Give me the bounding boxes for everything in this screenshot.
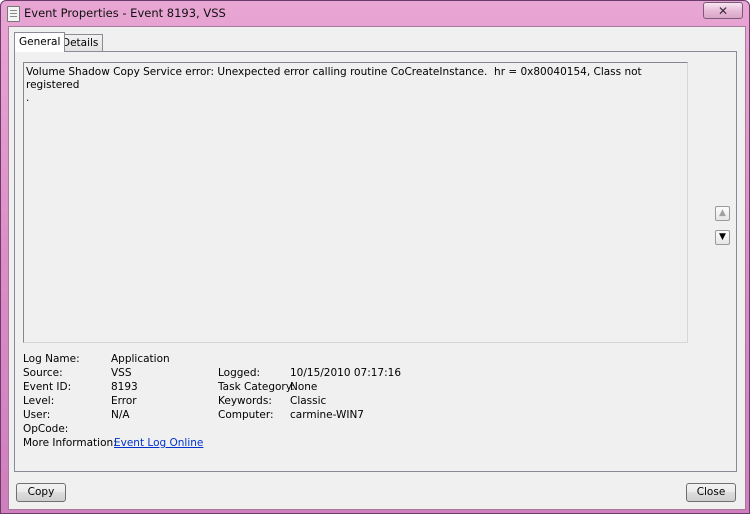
level-value: Error (111, 395, 137, 407)
title-bar[interactable]: Event Properties - Event 8193, VSS ✕ (1, 1, 749, 27)
user-label: User: (23, 409, 51, 421)
window-title: Event Properties - Event 8193, VSS (24, 6, 226, 20)
arrow-up-icon: ▲ (719, 208, 726, 218)
user-value: N/A (111, 409, 130, 421)
event-properties-window: Event Properties - Event 8193, VSS ✕ Gen… (0, 0, 750, 514)
dialog-client-area: General Details Volume Shadow Copy Servi… (8, 26, 746, 510)
opcode-label: OpCode: (23, 423, 69, 435)
copy-button[interactable]: Copy (16, 483, 66, 502)
arrow-down-icon: ▼ (719, 232, 726, 242)
general-tab-panel: Volume Shadow Copy Service error: Unexpe… (14, 51, 737, 472)
next-event-button[interactable]: ▼ (715, 230, 730, 245)
tab-general[interactable]: General (14, 32, 66, 52)
event-log-online-link[interactable]: Event Log Online (114, 437, 203, 449)
keywords-value: Classic (290, 395, 327, 407)
task-category-label: Task Category: (218, 381, 295, 393)
log-name-label: Log Name: (23, 353, 80, 365)
computer-value: carmine-WIN7 (290, 409, 364, 421)
more-information-label: More Information: (23, 437, 117, 449)
task-category-value: None (290, 381, 318, 393)
keywords-label: Keywords: (218, 395, 272, 407)
previous-event-button[interactable]: ▲ (715, 206, 730, 221)
source-label: Source: (23, 367, 63, 379)
event-description-box[interactable]: Volume Shadow Copy Service error: Unexpe… (23, 62, 688, 343)
level-label: Level: (23, 395, 55, 407)
event-document-icon (7, 6, 20, 22)
log-name-value: Application (111, 353, 170, 365)
event-id-value: 8193 (111, 381, 138, 393)
close-button[interactable]: Close (686, 483, 736, 502)
source-value: VSS (111, 367, 132, 379)
event-id-label: Event ID: (23, 381, 72, 393)
window-close-button[interactable]: ✕ (703, 2, 743, 19)
logged-label: Logged: (218, 367, 261, 379)
logged-value: 10/15/2010 07:17:16 (290, 367, 402, 379)
computer-label: Computer: (218, 409, 274, 421)
